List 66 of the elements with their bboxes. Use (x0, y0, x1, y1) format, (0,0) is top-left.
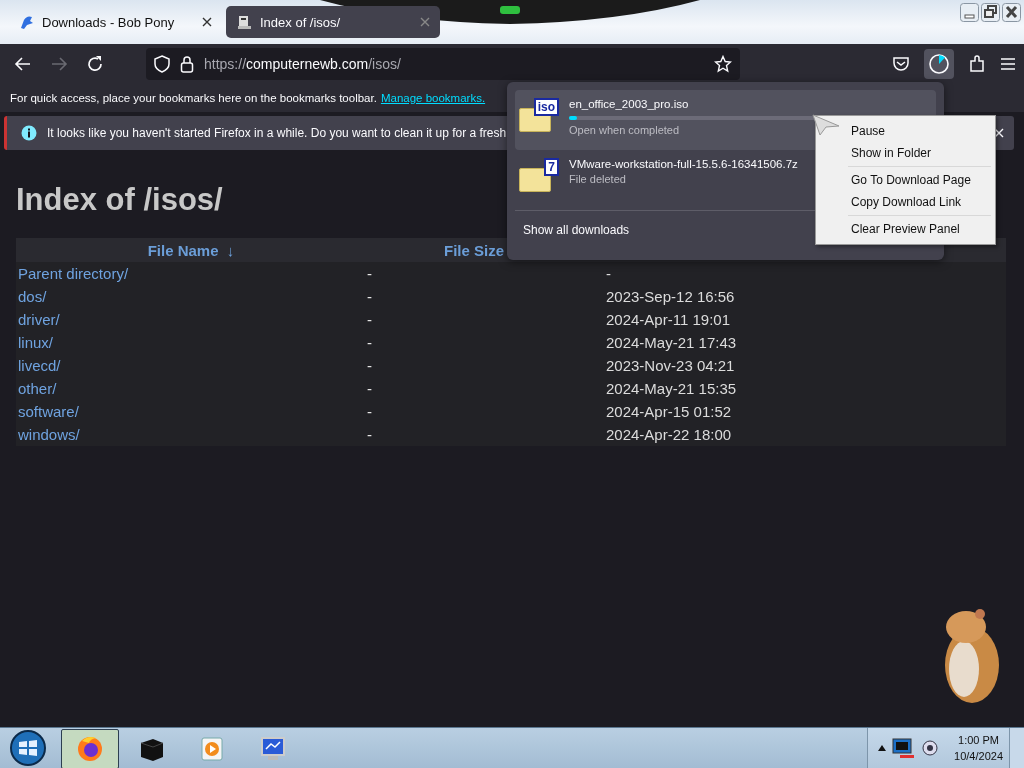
close-icon[interactable] (202, 17, 212, 27)
file-type-badge: 7 (544, 158, 559, 176)
bookmarks-hint: For quick access, place your bookmarks here on the bookmarks toolbar. (10, 92, 377, 104)
clock-date[interactable]: 10/4/2024 (954, 748, 1003, 764)
pocket-icon[interactable] (892, 55, 910, 73)
table-cell-text: 2024-Apr-22 18:00 (606, 426, 733, 443)
folder-link[interactable]: linux/ (16, 334, 366, 351)
extensions-icon[interactable] (968, 55, 986, 73)
column-header[interactable]: File Size (444, 241, 505, 259)
table-cell-text: 2023-Sep-12 16:56 (606, 288, 736, 305)
folder-link[interactable]: software/ (16, 403, 366, 420)
volume-icon[interactable] (922, 738, 939, 758)
file-name: VMware-workstation-full-15.5.6-16341506.7z (569, 158, 798, 170)
star-icon[interactable] (714, 55, 732, 73)
table-cell-text: - (366, 380, 373, 397)
menu-icon[interactable] (1000, 57, 1016, 71)
download-status: File deleted (569, 173, 626, 185)
table-cell-text: 2024-Apr-15 01:52 (606, 403, 733, 420)
folder-link[interactable]: other/ (16, 380, 366, 397)
manage-bookmarks-link[interactable]: Manage bookmarks. (380, 92, 486, 104)
table-cell-text: - (366, 357, 373, 374)
info-icon (21, 125, 37, 141)
table-cell-text: - (366, 288, 373, 305)
file-type-badge: iso (533, 98, 559, 116)
table-cell-text: - (366, 426, 373, 443)
taskbar-button[interactable] (61, 729, 119, 768)
table-cell-text: 2024-Apr-11 19:01 (606, 311, 731, 328)
menu-item[interactable]: Go To Download Page (818, 169, 993, 191)
table-cell-text: - (366, 403, 373, 420)
column-header[interactable]: File Name ↓ (147, 241, 235, 259)
notification-message: It looks like you haven't started Firefox in a while. Do you want to clean it up for a fresh (47, 126, 507, 140)
file-name: en_office_2003_pro.iso (569, 98, 689, 110)
menu-item[interactable]: Copy Download Link (818, 191, 993, 213)
table-cell-text: - (606, 265, 612, 282)
shield-icon[interactable] (154, 55, 170, 73)
url-text: https://computernewb.com/isos/ (204, 56, 402, 72)
expand-tray-icon[interactable] (878, 745, 887, 751)
network-icon[interactable] (892, 737, 917, 759)
browser-tab[interactable]: Index of /isos/ (226, 6, 440, 38)
address-bar[interactable]: https://computernewb.com/isos/ (146, 48, 740, 80)
close-button[interactable] (1002, 3, 1021, 22)
back-icon[interactable] (14, 55, 32, 73)
download-status: Open when completed (569, 124, 680, 136)
page-heading: Index of /isos/ (16, 182, 223, 218)
table-cell-text: - (366, 334, 373, 351)
downloads-progress-icon[interactable] (924, 49, 954, 79)
server-icon (236, 14, 252, 30)
start-button[interactable] (8, 728, 48, 768)
folder-link[interactable]: Parent directory/ (16, 265, 366, 282)
folder-link[interactable]: livecd/ (16, 357, 366, 374)
table-cell-text: 2023-Nov-23 04:21 (606, 357, 736, 374)
folder-link[interactable]: driver/ (16, 311, 366, 328)
show-all-downloads-button[interactable]: Show all downloads (515, 217, 638, 243)
folder-link[interactable]: dos/ (16, 288, 366, 305)
table-cell-text: - (366, 265, 373, 282)
reload-icon[interactable] (86, 55, 104, 73)
table-cell-text: - (366, 311, 373, 328)
bird-icon (18, 14, 34, 30)
maximize-button[interactable] (981, 3, 1000, 22)
clock-time[interactable]: 1:00 PM (954, 732, 1003, 748)
folder-link[interactable]: windows/ (16, 426, 366, 443)
table-cell-text: 2024-May-21 17:43 (606, 334, 738, 351)
browser-tab[interactable]: Downloads - Bob Pony (8, 6, 222, 38)
lock-icon (180, 55, 194, 73)
table-cell-text: 2024-May-21 15:35 (606, 380, 738, 397)
menu-item[interactable]: Clear Preview Panel (818, 218, 993, 240)
